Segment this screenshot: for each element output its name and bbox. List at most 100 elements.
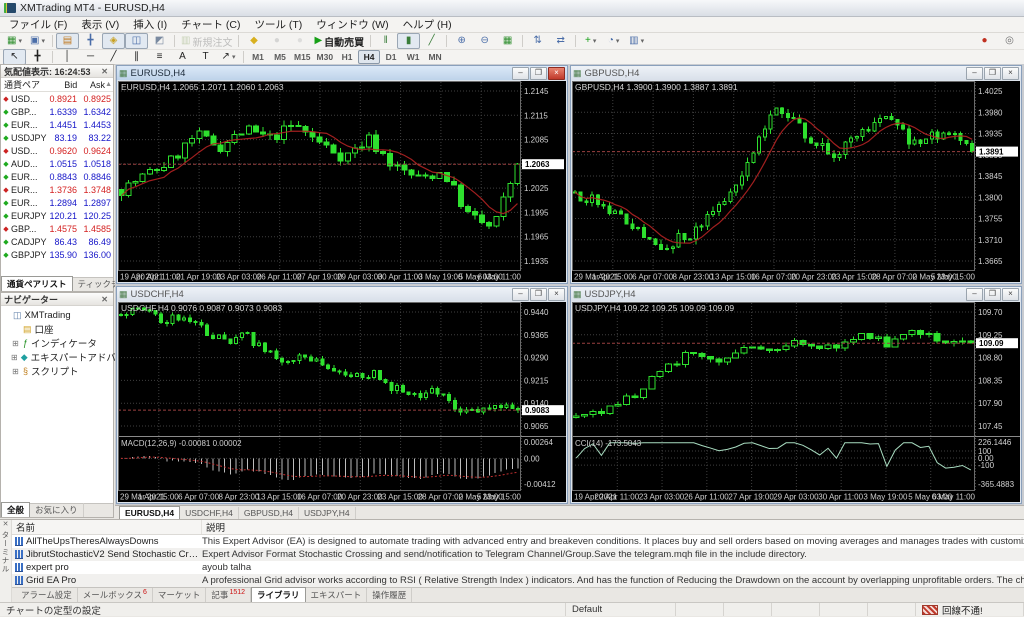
chart-tab[interactable]: EURUSD,H4 [119,506,181,519]
table-row[interactable]: Grid EA Pro A professional Grid advisor w… [12,574,1024,587]
timeframe-MN[interactable]: MN [424,50,446,64]
table-row[interactable]: expert proayoub talha☆☆☆☆☆2024.05.20 [12,561,1024,574]
text-tool[interactable]: A [171,49,194,65]
arrange-windows-button[interactable]: ⇅ [526,33,549,49]
expand-plus-icon[interactable]: ⊞ [11,339,20,348]
terminal-tab[interactable]: 操作履歴 [367,588,413,602]
periods-button[interactable]: ◔ ▾ [602,33,625,49]
crosshair-tool[interactable]: ╋ [26,49,49,65]
close-icon[interactable]: ✕ [3,520,9,529]
menu-item[interactable]: チャート (C) [174,16,247,33]
autotrading-button[interactable]: ▶ 自動売買 [311,33,367,49]
timeframe-D1[interactable]: D1 [380,50,402,64]
chart-window-USDJPY[interactable]: ▦ USDJPY,H4– ❐ × 109.70 109.25 108.80 108.35 107… [570,286,1022,504]
market-watch-row[interactable]: ◆ USDJPY 83.19 83.22 [1,131,113,144]
chat-button[interactable]: ● [288,33,311,49]
navigator-tab[interactable]: 全般 [1,502,31,517]
status-profile[interactable]: Default [566,603,676,616]
terminal-toggle[interactable]: ◫ [125,33,148,49]
table-row[interactable]: JibrutStochasticV2 Send Stochastic Cross… [12,548,1024,561]
strategy-tester-toggle[interactable]: ◩ [148,33,171,49]
menu-item[interactable]: ウィンドウ (W) [309,16,395,33]
market-watch-row[interactable]: ◆ CADJPY 86.43 86.49 [1,235,113,248]
navigator-item[interactable]: ⊞ ◆ エキスパートアドバイザ [1,350,135,365]
terminal-tab[interactable]: アラーム設定 [16,588,78,602]
chart-plot-USDJPY[interactable]: 109.70 109.25 108.80 108.35 107.90 107.45 109.… [572,302,1020,502]
tile-windows-button[interactable]: ▦ [496,33,519,49]
new-chart-button[interactable]: ▦ ▾ [3,33,26,49]
terminal-tab[interactable]: ライブラリ [251,587,306,602]
market-watch-tab[interactable]: 通貨ペアリスト [1,276,73,291]
vline-tool[interactable]: │ [56,49,79,65]
timeframe-M15[interactable]: M15 [291,50,314,64]
market-watch-row[interactable]: ◆AUD...1.32761.3288 [1,261,113,265]
chart-plot-EURUSD[interactable]: 1.21451.21151.20851.20551.20251.19951.19… [118,81,566,282]
data-window-toggle[interactable]: ╋ [79,33,102,49]
new-order-button[interactable]: ▥ 新規注文 [178,33,235,49]
terminal-tab[interactable]: エキスパート [306,588,368,602]
market-watch-row[interactable]: ◆ USD... 0.8921 0.8925 [1,92,113,105]
status-connection[interactable]: 回線不通! [916,603,1024,617]
market-watch-row[interactable]: ◆ EUR... 1.2894 1.2897 [1,196,113,209]
expand-plus-icon[interactable]: ⊞ [11,353,18,362]
restore-button[interactable]: ❐ [530,287,547,301]
market-watch-row[interactable]: ◆ USD... 0.9620 0.9624 [1,144,113,157]
candles-mode-button[interactable]: ▮ [397,33,421,49]
market-watch-row[interactable]: ◆ EURJPY 120.21 120.25 [1,209,113,222]
chart-tab[interactable]: GBPUSD,H4 [239,507,299,519]
indicators-button[interactable]: + ▾ [579,33,602,49]
minimize-button[interactable]: – [512,287,529,301]
app-titlebar[interactable]: XMTrading MT4 - EURUSD,H4 [0,0,1024,17]
terminal-tab[interactable]: マーケット [153,588,207,602]
chart-tab[interactable]: USDCHF,H4 [180,507,239,519]
minimize-button[interactable]: – [512,66,529,80]
close-button[interactable]: × [1002,66,1019,80]
restore-button[interactable]: ❐ [984,66,1001,80]
expand-plus-icon[interactable]: ⊞ [11,367,20,376]
timeframe-H4[interactable]: H4 [358,50,381,64]
timeframe-W1[interactable]: W1 [402,50,424,64]
close-icon[interactable]: ✕ [99,295,110,304]
channel-tool[interactable]: ∥ [125,49,148,65]
market-watch-row[interactable]: ◆ EUR... 1.4451 1.4453 [1,118,113,131]
close-button[interactable]: × [548,66,565,80]
terminal-tab[interactable]: メールボックス6 [78,588,153,602]
bars-mode-button[interactable]: ‖ [374,33,397,49]
chart-tab[interactable]: USDJPY,H4 [299,507,356,519]
market-watch-row[interactable]: ◆ GBP... 1.4575 1.4585 [1,222,113,235]
chart-plot-USDCHF[interactable]: 0.9440 0.9365 0.9290 0.9215 0.9140 0.9065 0.90… [118,302,566,502]
market-watch-row[interactable]: ◆ EUR... 1.3736 1.3748 [1,183,113,196]
close-button[interactable]: × [548,287,565,301]
chart-window-EURUSD[interactable]: ▦EURUSD,H4–❐×1.21451.21151.20851.20551.2… [116,65,568,284]
minimize-button[interactable]: – [966,287,983,301]
timeframe-M5[interactable]: M5 [269,50,291,64]
chart-window-USDCHF[interactable]: ▦ USDCHF,H4 – ❐ × 0.9440 0.9365 0.9290 0.9215 0.9… [116,286,568,504]
timeframe-M30[interactable]: M30 [314,50,337,64]
templates-button[interactable]: ▥ ▾ [625,33,648,49]
chart-plot-GBPUSD[interactable]: 1.40251.39801.39351.38901.38451.38001.37… [572,81,1020,282]
navigator-tab[interactable]: お気に入り [30,503,84,517]
market-watch-row[interactable]: ◆ EUR... 0.8843 0.8846 [1,170,113,183]
timeframe-H1[interactable]: H1 [336,50,358,64]
close-button[interactable]: × [1002,287,1019,301]
menu-item[interactable]: ツール (T) [247,16,309,33]
restore-button[interactable]: ❐ [530,66,547,80]
navigator-toggle[interactable]: ◈ [102,33,125,49]
chart-window-titlebar[interactable]: ▦ EURUSD,H4 – ❐ × [117,66,567,80]
navigator-item[interactable]: ▤ 口座 [1,322,113,337]
chart-window-titlebar[interactable]: ▦ USDJPY,H4 – ❐ × [571,287,1021,301]
trendline-tool[interactable]: ╱ [102,49,125,65]
col-description[interactable]: 説明 [202,520,1024,534]
navigator-item[interactable]: ⊞ ƒ インディケータ [1,336,113,350]
minimize-button[interactable]: – [966,66,983,80]
market-watch-row[interactable]: ◆ GBPJPY 135.90 136.00 [1,248,113,261]
zoom-in-button[interactable]: ⊕ [450,33,473,49]
line-mode-button[interactable]: ╱ [420,33,443,49]
navigator-root[interactable]: ◫ XMTrading [1,308,113,322]
close-icon[interactable]: ✕ [99,67,110,76]
profiles-button[interactable]: ▣ ▾ [26,33,49,49]
hline-tool[interactable]: ─ [79,49,102,65]
chart-window-titlebar[interactable]: ▦ GBPUSD,H4 – ❐ × [571,66,1021,80]
menu-item[interactable]: 表示 (V) [74,16,126,33]
market-watch-toggle[interactable]: ▤ [56,33,79,49]
